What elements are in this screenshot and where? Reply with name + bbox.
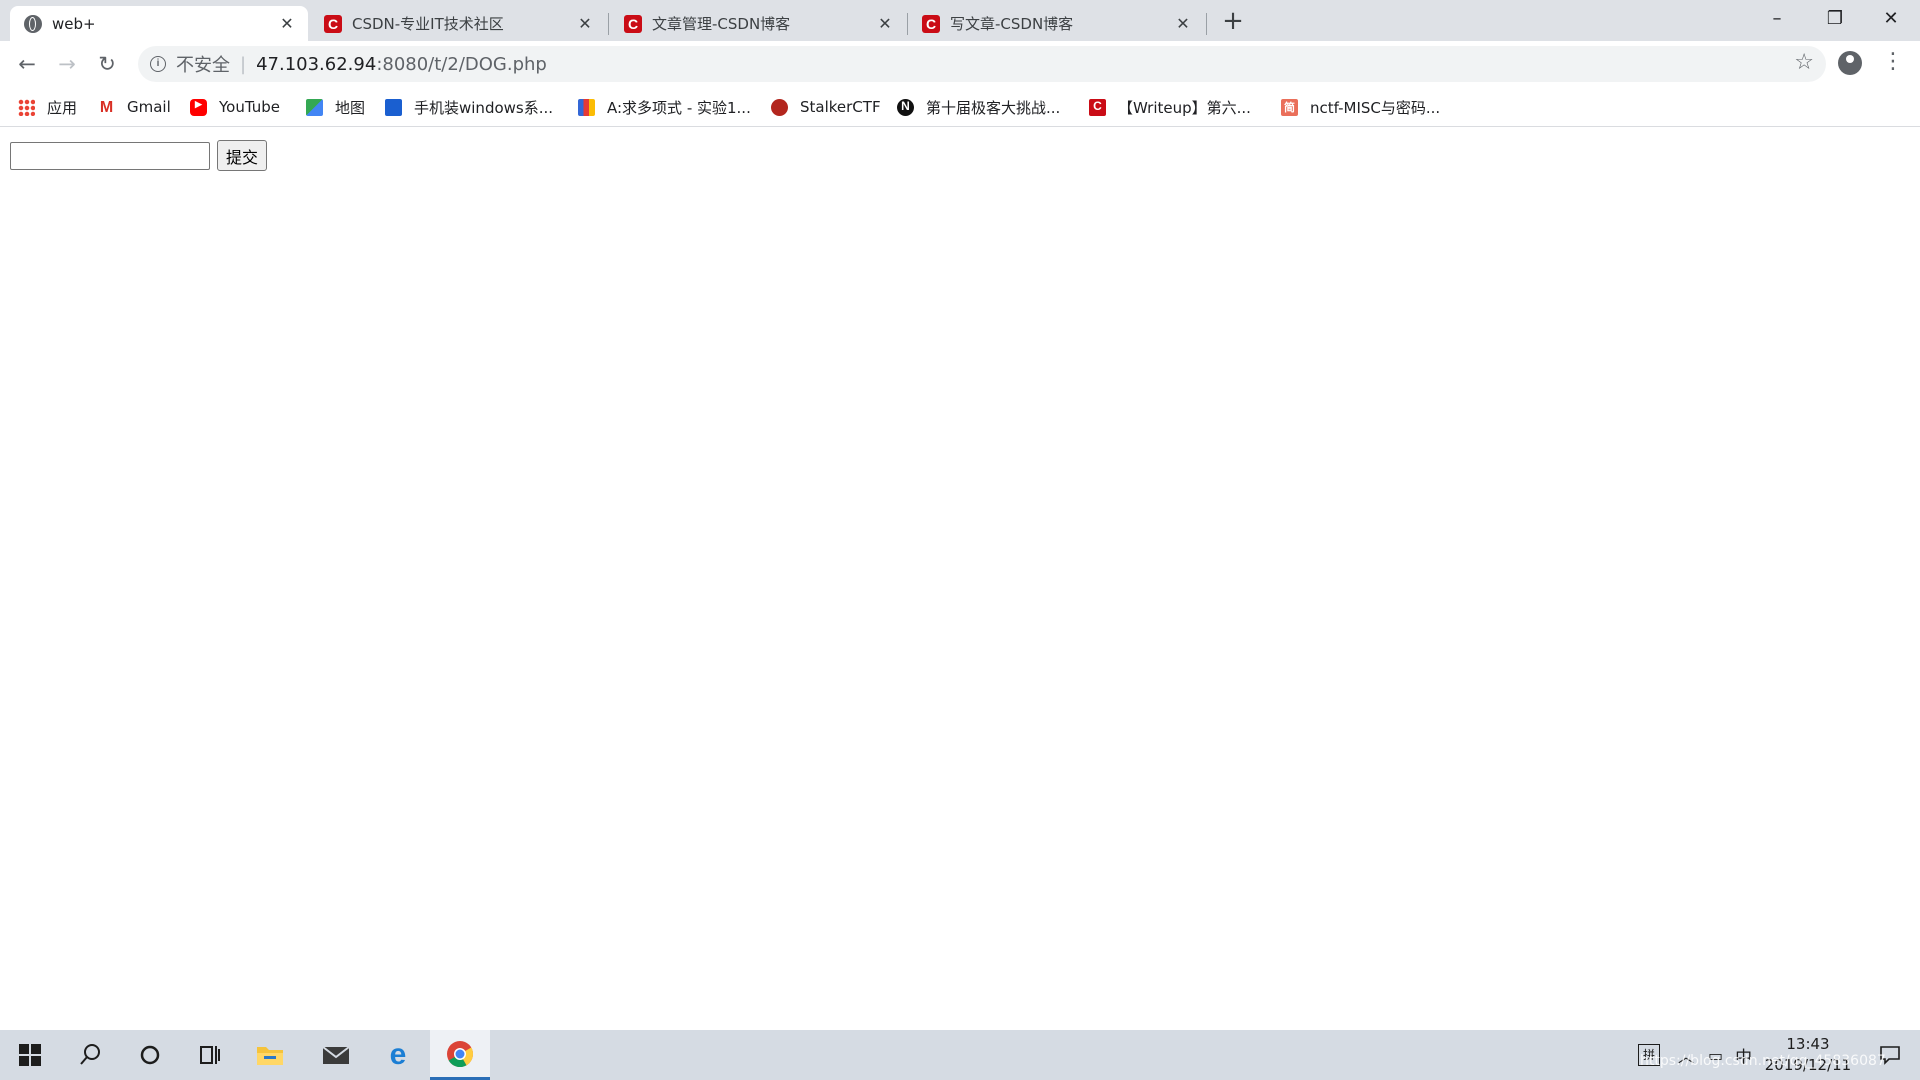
text-input[interactable] <box>10 142 210 170</box>
security-status[interactable]: 不安全 <box>176 51 230 77</box>
cortana-icon <box>140 1045 160 1065</box>
more-menu-icon[interactable]: ⋮ <box>1882 49 1904 74</box>
close-icon[interactable]: ✕ <box>876 14 894 33</box>
windows-logo-icon <box>19 1044 41 1066</box>
close-icon[interactable]: ✕ <box>1174 14 1192 33</box>
tab-divider <box>608 13 609 35</box>
close-window-button[interactable]: ✕ <box>1862 0 1920 40</box>
bookmark-label: A:求多项式 - 实验1... <box>607 98 751 117</box>
chrome-button[interactable] <box>430 1030 490 1080</box>
address-bar[interactable]: i 不安全 | 47.103.62.94:8080/t/2/DOG.php ☆ <box>138 46 1826 82</box>
bookmark-polynomial[interactable]: A:求多项式 - 实验1... <box>578 95 751 119</box>
page-content: 提交 <box>0 127 1920 1030</box>
watermark-text: https://blog.csdn.net/qq_45836087 <box>1640 1053 1886 1069</box>
tab-web-plus[interactable]: web+ ✕ <box>10 6 308 41</box>
bookmark-label: nctf-MISC与密码... <box>1310 98 1441 117</box>
submit-button[interactable]: 提交 <box>217 140 268 171</box>
reload-button[interactable]: ↻ <box>90 47 124 81</box>
bookmark-geek-challenge[interactable]: N 第十届极客大挑战... <box>897 95 1060 119</box>
bookmark-icon <box>578 98 595 116</box>
clock-time: 13:43 <box>1786 1035 1830 1053</box>
chrome-icon <box>447 1040 474 1067</box>
bookmark-label: 手机装windows系... <box>414 98 554 117</box>
bookmark-nctf[interactable]: 简 nctf-MISC与密码... <box>1281 95 1440 119</box>
edge-icon: e <box>389 1038 407 1071</box>
tab-title: 写文章-CSDN博客 <box>950 15 1074 33</box>
youtube-icon: ▶ <box>190 98 207 116</box>
profile-avatar-icon[interactable] <box>1838 51 1862 75</box>
mail-button[interactable] <box>306 1030 366 1080</box>
bookmark-star-icon[interactable]: ☆ <box>1794 50 1814 75</box>
notion-icon: N <box>897 98 914 116</box>
url-host: 47.103.62.94 <box>256 53 377 75</box>
maps-icon <box>306 98 323 116</box>
tab-title: 文章管理-CSDN博客 <box>652 15 791 33</box>
restore-button[interactable]: ❐ <box>1806 0 1864 40</box>
bookmark-icon <box>385 98 402 116</box>
csdn-icon: C <box>1089 98 1106 116</box>
tab-divider <box>1206 13 1207 35</box>
forward-button[interactable]: → <box>50 47 84 81</box>
bookmark-apps[interactable]: 应用 <box>18 95 77 119</box>
tab-strip: web+ ✕ C CSDN-专业IT技术社区 ✕ C 文章管理-CSDN博客 ✕… <box>0 0 1920 41</box>
url-separator: | <box>240 53 247 75</box>
bookmark-icon <box>771 98 788 116</box>
apps-grid-icon <box>18 98 35 116</box>
task-view-button[interactable] <box>180 1030 240 1080</box>
task-view-icon <box>200 1046 220 1064</box>
bookmark-gmail[interactable]: M Gmail <box>98 95 171 119</box>
back-button[interactable]: ← <box>10 47 44 81</box>
edge-button[interactable]: e <box>368 1030 428 1080</box>
gmail-icon: M <box>99 98 114 116</box>
jianshu-icon: 简 <box>1281 98 1298 116</box>
tab-title: web+ <box>52 14 96 33</box>
tab-article-manage[interactable]: C 文章管理-CSDN博客 ✕ <box>610 6 906 41</box>
close-icon[interactable]: ✕ <box>576 14 594 33</box>
folder-icon <box>257 1047 283 1065</box>
bookmark-label: Gmail <box>127 98 171 116</box>
new-tab-button[interactable]: + <box>1218 6 1248 36</box>
file-explorer-button[interactable] <box>240 1030 300 1080</box>
csdn-icon: C <box>922 14 940 33</box>
csdn-icon: C <box>624 14 642 33</box>
mail-icon <box>322 1046 350 1064</box>
bookmark-windows-phone[interactable]: 手机装windows系... <box>385 95 553 119</box>
bookmark-youtube[interactable]: ▶ YouTube <box>190 95 280 119</box>
bookmark-label: 地图 <box>335 98 366 117</box>
cortana-button[interactable] <box>120 1030 180 1080</box>
bookmark-label: 【Writeup】第六... <box>1118 98 1251 117</box>
tab-title: CSDN-专业IT技术社区 <box>352 15 504 33</box>
minimize-button[interactable]: – <box>1748 0 1806 40</box>
bookmark-label: 应用 <box>47 98 78 117</box>
tab-write-article[interactable]: C 写文章-CSDN博客 ✕ <box>908 6 1204 41</box>
bookmark-maps[interactable]: 地图 <box>306 95 365 119</box>
bookmark-label: YouTube <box>219 98 280 116</box>
bookmark-writeup[interactable]: C 【Writeup】第六... <box>1089 95 1251 119</box>
csdn-icon: C <box>324 14 342 33</box>
search-icon <box>80 1044 100 1065</box>
close-icon[interactable]: ✕ <box>278 14 296 33</box>
bookmark-label: 第十届极客大挑战... <box>926 98 1061 117</box>
url-path: :8080/t/2/DOG.php <box>376 53 547 75</box>
windows-taskbar: e 拼 ︿ ▭ 中 13:43 2019/12/11 <box>0 1030 1920 1080</box>
bookmark-stalkerctf[interactable]: StalkerCTF <box>771 95 881 119</box>
globe-icon <box>24 14 42 33</box>
browser-toolbar: ← → ↻ i 不安全 | 47.103.62.94:8080/t/2/DOG.… <box>0 41 1920 87</box>
tab-csdn-home[interactable]: C CSDN-专业IT技术社区 ✕ <box>310 6 606 41</box>
bookmark-label: StalkerCTF <box>800 98 881 116</box>
start-button[interactable] <box>0 1030 60 1080</box>
bookmarks-bar: 应用 M Gmail ▶ YouTube 地图 手机装windows系... A… <box>0 87 1920 127</box>
search-button[interactable] <box>60 1030 120 1080</box>
info-icon[interactable]: i <box>150 56 166 72</box>
